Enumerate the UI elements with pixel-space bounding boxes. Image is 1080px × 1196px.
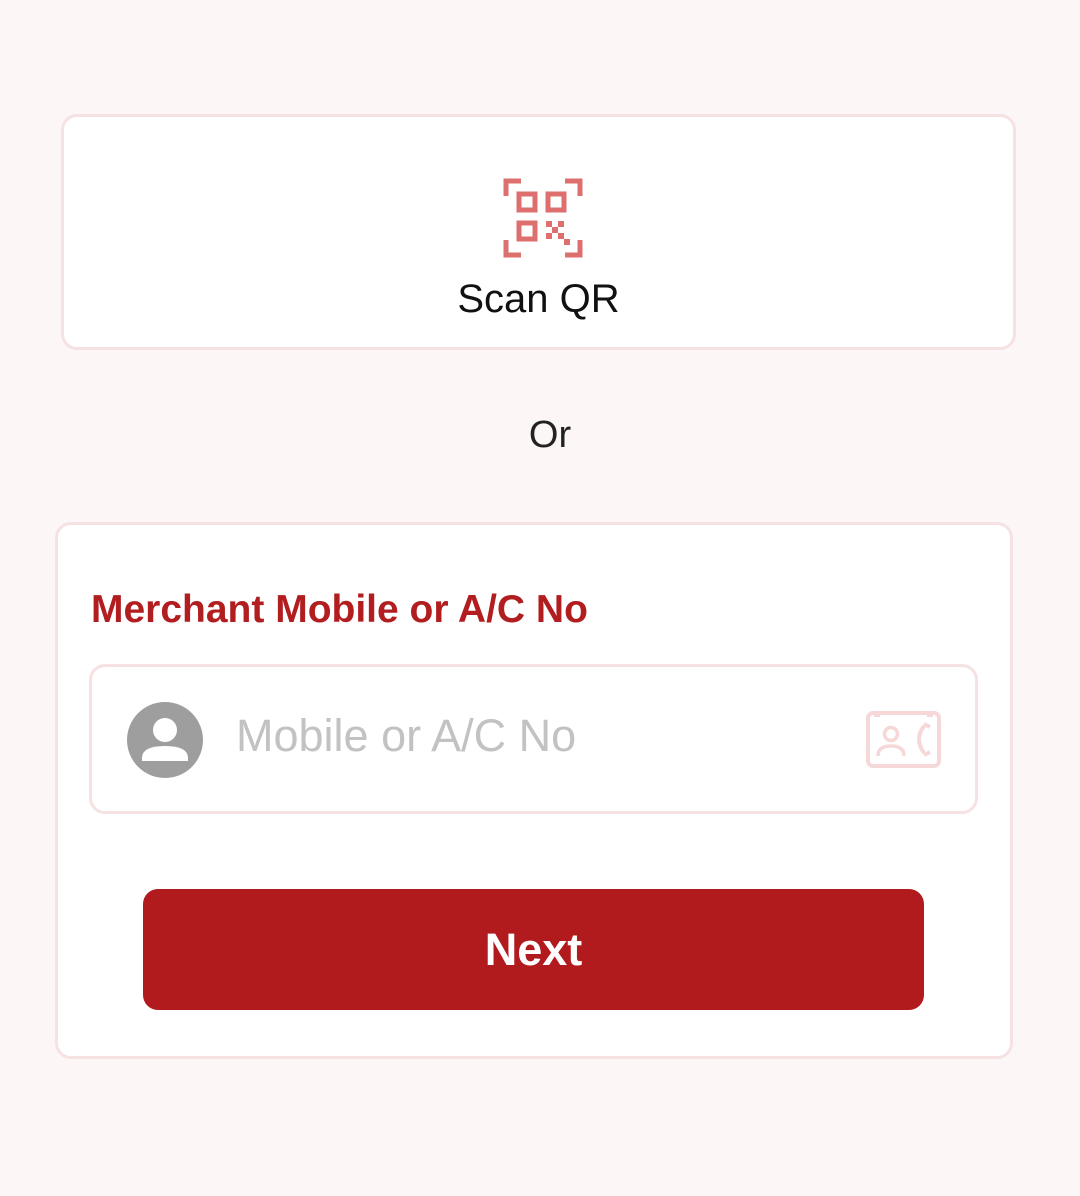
merchant-input-box[interactable] bbox=[89, 664, 978, 814]
qr-code-scan-icon bbox=[503, 178, 583, 258]
merchant-form-card: Merchant Mobile or A/C No Next bbox=[55, 522, 1013, 1059]
or-separator: Or bbox=[528, 414, 572, 456]
merchant-field-label: Merchant Mobile or A/C No bbox=[91, 588, 588, 631]
scan-qr-card[interactable]: Scan QR bbox=[61, 114, 1016, 350]
merchant-mobile-input[interactable] bbox=[236, 695, 836, 777]
person-avatar-icon bbox=[126, 701, 204, 779]
contacts-book-icon[interactable] bbox=[866, 711, 941, 768]
next-button[interactable]: Next bbox=[143, 889, 924, 1010]
scan-qr-label: Scan QR bbox=[457, 277, 620, 321]
